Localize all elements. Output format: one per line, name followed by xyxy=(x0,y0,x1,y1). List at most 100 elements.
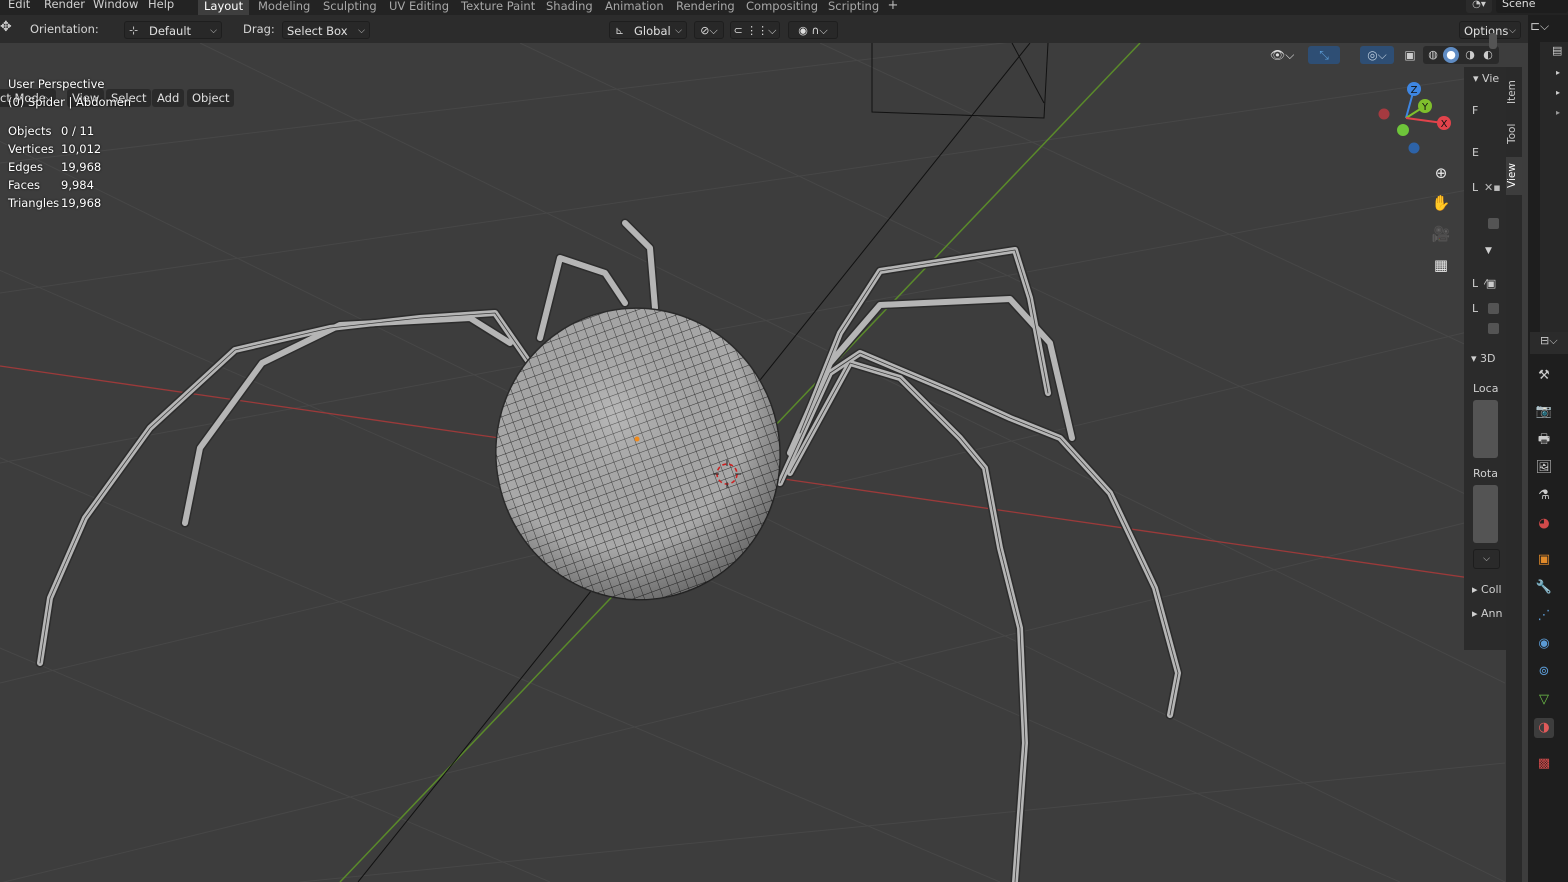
visibility-eye-icon[interactable]: 👁⌵ xyxy=(1270,46,1302,64)
transform-tool-icon[interactable]: ✥ xyxy=(0,19,16,37)
viewport-canvas[interactable] xyxy=(0,43,1505,882)
top-menu-bar: Edit Render Window Help Layout Modeling … xyxy=(0,0,1568,15)
object-icon[interactable]: ▣ xyxy=(1534,550,1554,570)
constraints-icon[interactable]: ⊚ xyxy=(1534,662,1554,682)
orientation-value: Default xyxy=(149,24,192,38)
tab-rendering[interactable]: Rendering xyxy=(670,0,741,15)
editor-type-icon[interactable]: ⊏⌵ xyxy=(1530,19,1564,39)
pivot-icon: ⊘⌵ xyxy=(700,24,718,37)
xray-toggle-icon[interactable]: ▣ xyxy=(1401,46,1419,64)
properties-header: ⊟⌵ xyxy=(1530,332,1568,354)
tab-sculpting[interactable]: Sculpting xyxy=(317,0,383,15)
gizmo-z-label: Z xyxy=(1411,85,1418,96)
tab-scripting[interactable]: Scripting xyxy=(822,0,885,15)
physics-icon[interactable]: ◉ xyxy=(1534,634,1554,654)
annotations-section[interactable]: ▸ Ann xyxy=(1472,607,1506,620)
tab-shading[interactable]: Shading xyxy=(540,0,599,15)
orientation-dropdown[interactable]: ⊹ Default ⌵ xyxy=(124,21,222,39)
expand-arrow-icon[interactable]: ▸ xyxy=(1556,68,1560,77)
expand-arrow-icon[interactable]: ▸ xyxy=(1556,108,1560,117)
drag-dropdown[interactable]: Select Box ⌵ xyxy=(282,21,370,39)
particles-icon[interactable]: ⋰ xyxy=(1534,606,1554,626)
proportional-edit-icon: ◉ ∩⌵ xyxy=(798,24,828,37)
rendered-shading-icon[interactable]: ◐ xyxy=(1480,47,1496,63)
solid-shading-icon[interactable]: ● xyxy=(1443,47,1459,63)
wireframe-shading-icon[interactable]: ◍ xyxy=(1425,47,1441,63)
tab-animation[interactable]: Animation xyxy=(599,0,670,15)
scene-icon[interactable]: ◔▾ xyxy=(1466,0,1492,13)
material-icon[interactable]: ◑ xyxy=(1534,718,1554,738)
tool-header: ✥ Orientation: ⊹ Default ⌵ Drag: Select … xyxy=(0,15,1528,43)
camera-view-icon[interactable]: 🎥 xyxy=(1428,221,1454,247)
tab-item[interactable]: Item xyxy=(1506,73,1522,111)
object-origin xyxy=(634,436,640,442)
snap-button[interactable]: ⊂ ⋮⋮⌵ xyxy=(730,21,780,39)
global-axes-icon: ⊾ xyxy=(615,24,625,37)
scene-selector[interactable]: ◔▾ Scene xyxy=(1462,0,1568,15)
view-section-header[interactable]: ▾ Vie xyxy=(1473,72,1503,85)
properties-editor-icon[interactable]: ⊟⌵ xyxy=(1540,334,1558,348)
menu-help[interactable]: Help xyxy=(148,0,174,11)
add-menu[interactable]: Add xyxy=(152,89,185,107)
snap-magnet-icon: ⊂ ⋮⋮⌵ xyxy=(733,24,777,37)
scene-name-field[interactable]: Scene xyxy=(1496,0,1568,13)
3d-viewport[interactable]: ct Mode ⌵ View Select Add Object 👁⌵ ⤡ ◎⌵… xyxy=(0,43,1505,882)
gizmo-neg-x[interactable] xyxy=(1378,108,1390,120)
tab-compositing[interactable]: Compositing xyxy=(740,0,824,15)
scene-icon[interactable]: ⚗ xyxy=(1534,486,1554,506)
material-shading-icon[interactable]: ◑ xyxy=(1462,47,1478,63)
tab-texture-paint[interactable]: Texture Paint xyxy=(455,0,541,15)
rotation-fields[interactable] xyxy=(1473,485,1498,543)
sidebar-tabs: Item Tool View xyxy=(1506,67,1522,882)
gizmo-toggle-icon[interactable]: ⤡ xyxy=(1308,46,1340,64)
modifier-icon[interactable]: 🔧 xyxy=(1534,578,1554,598)
navigation-gizmo[interactable]: Z Y X xyxy=(1370,76,1460,161)
tab-uv-editing[interactable]: UV Editing xyxy=(383,0,455,15)
drag-label: Drag: xyxy=(243,22,275,36)
checkbox[interactable] xyxy=(1488,303,1499,314)
output-icon[interactable]: 🖶 xyxy=(1534,430,1554,450)
stat-label: Edges xyxy=(8,160,43,174)
checkbox[interactable] xyxy=(1488,323,1499,334)
collections-section[interactable]: ▸ Coll xyxy=(1472,583,1506,596)
spider-abdomen xyxy=(495,307,781,601)
tab-modeling[interactable]: Modeling xyxy=(252,0,316,15)
chevron-down-icon[interactable]: ▼ xyxy=(1485,246,1492,256)
outliner-filter-icon[interactable]: ▤ xyxy=(1552,44,1562,57)
eyedropper-icon[interactable]: ⁄▣ xyxy=(1484,277,1496,290)
focal-field[interactable] xyxy=(1489,33,1497,49)
eyedropper-icon[interactable]: ✕▪ xyxy=(1484,181,1501,194)
transform-orientation-dropdown[interactable]: ⊾ Global ⌵ xyxy=(609,21,687,39)
tool-icon[interactable]: ⚒ xyxy=(1534,366,1554,386)
add-workspace-button[interactable]: + xyxy=(886,0,900,15)
object-menu[interactable]: Object xyxy=(187,89,235,107)
menu-edit[interactable]: Edit xyxy=(8,0,30,11)
perspective-grid-icon[interactable]: ▦ xyxy=(1428,252,1454,278)
3d-cursor-section-header[interactable]: ▾ 3D xyxy=(1471,352,1506,365)
expand-arrow-icon[interactable]: ▸ xyxy=(1556,88,1560,97)
data-icon[interactable]: ▽ xyxy=(1534,690,1554,710)
world-icon[interactable]: ◕ xyxy=(1534,514,1554,534)
tab-view[interactable]: View xyxy=(1506,157,1522,195)
view-layer-icon[interactable]: 🖼 xyxy=(1534,458,1554,478)
menu-render[interactable]: Render xyxy=(44,0,85,11)
menu-window[interactable]: Window xyxy=(93,0,138,11)
proportional-edit-button[interactable]: ◉ ∩⌵ xyxy=(788,21,838,39)
location-fields[interactable] xyxy=(1473,400,1498,458)
texture-icon[interactable]: ▩ xyxy=(1534,754,1554,774)
tab-tool[interactable]: Tool xyxy=(1506,115,1522,153)
zoom-icon[interactable]: ⊕ xyxy=(1428,160,1454,186)
lock-row-label: L xyxy=(1472,277,1479,290)
perspective-label: User Perspective xyxy=(8,77,105,91)
pivot-point-button[interactable]: ⊘⌵ xyxy=(694,21,724,39)
gizmo-neg-z[interactable] xyxy=(1408,142,1420,154)
checkbox[interactable] xyxy=(1488,218,1499,229)
gizmo-y-label: Y xyxy=(1421,102,1429,113)
gizmo-neg-y[interactable] xyxy=(1397,124,1409,136)
overlays-toggle-icon[interactable]: ◎⌵ xyxy=(1360,46,1394,64)
rotation-mode-dropdown[interactable]: ⌵ xyxy=(1473,549,1500,569)
orientation-axes-icon: ⊹ xyxy=(129,24,139,37)
tab-layout[interactable]: Layout xyxy=(198,0,250,15)
render-icon[interactable]: 📷 xyxy=(1534,402,1554,422)
pan-hand-icon[interactable]: ✋ xyxy=(1428,190,1454,216)
